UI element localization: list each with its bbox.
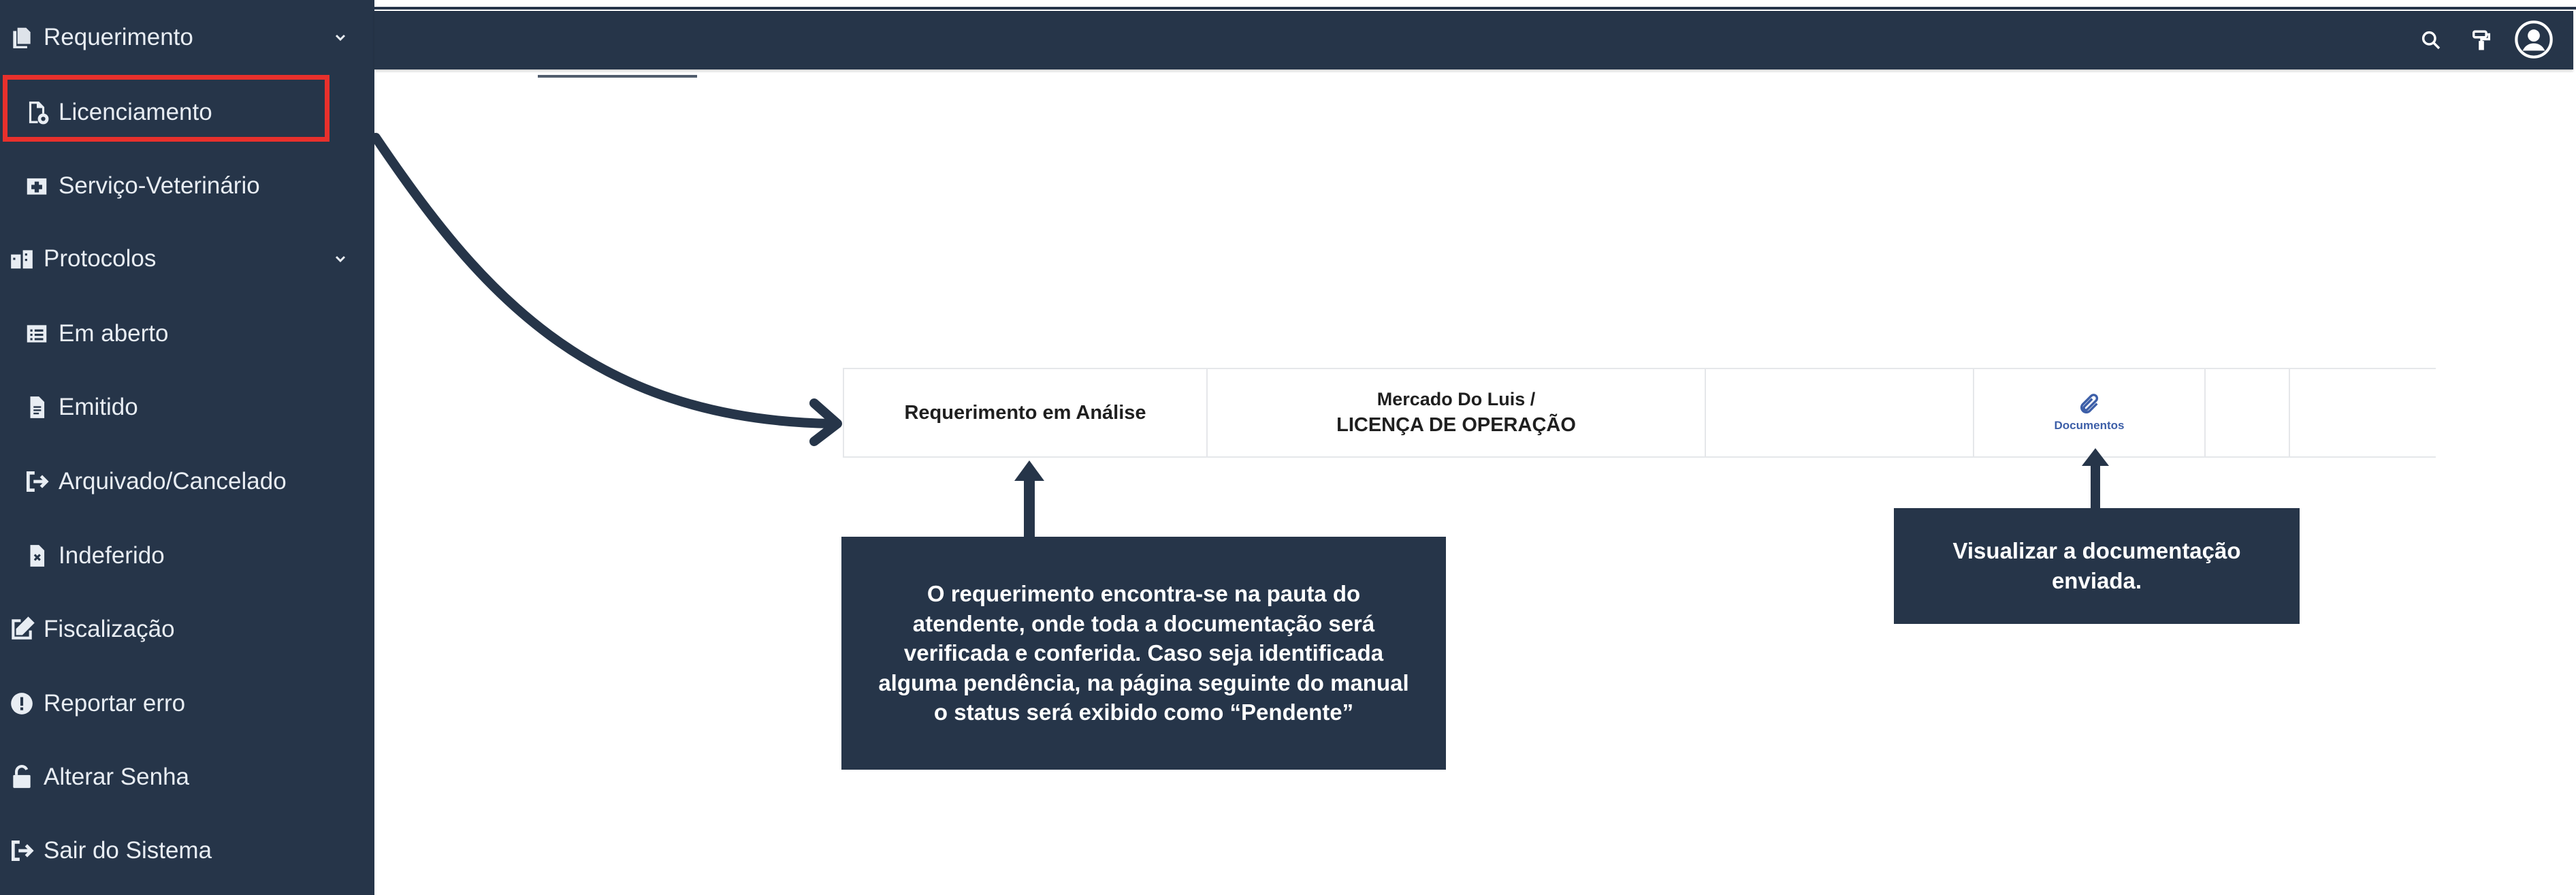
documents-cell: Documentos <box>1974 369 2206 456</box>
sidebar-item-label: Emitido <box>59 394 138 420</box>
sidebar-item-label: Requerimento <box>44 24 193 50</box>
sidebar-item-label: Alterar Senha <box>44 764 190 790</box>
sidebar-item-label: Fiscalização <box>44 616 175 642</box>
sidebar-item-servico-veterinario[interactable]: Serviço-Veterinário <box>0 152 374 220</box>
sidebar-item-label: Arquivado/Cancelado <box>59 468 287 494</box>
documents-callout: Visualizar a documentação enviada. <box>1894 508 2300 624</box>
sidebar-item-label: Indeferido <box>59 542 165 569</box>
topbar <box>374 11 2573 69</box>
paperclip-icon <box>2080 394 2099 414</box>
alert-circle-icon <box>7 689 37 719</box>
user-avatar-icon[interactable] <box>2515 20 2553 59</box>
documents-callout-text: Visualizar a documentação enviada. <box>1952 538 2241 593</box>
sidebar-item-sair-do-sistema[interactable]: Sair do Sistema <box>0 817 374 885</box>
table-row: Requerimento em Análise Mercado Do Luis … <box>843 368 2436 458</box>
sidebar-item-label: Em aberto <box>59 320 169 347</box>
sidebar-item-label: Serviço-Veterinário <box>59 172 260 199</box>
file-text-icon <box>22 392 52 422</box>
sidebar-item-label: Reportar erro <box>44 690 186 717</box>
sidebar-item-emitido[interactable]: Emitido <box>0 373 374 441</box>
company-name: Mercado Do Luis / <box>1376 389 1536 409</box>
medical-kit-icon <box>22 171 52 201</box>
curved-arrow-head <box>809 398 842 446</box>
sidebar-item-licenciamento[interactable]: Licenciamento <box>0 78 374 146</box>
active-tab-indicator <box>538 75 697 78</box>
sidebar-item-fiscalizacao[interactable]: Fiscalização <box>0 595 374 663</box>
license-type: LICENÇA DE OPERAÇÃO <box>1336 414 1576 436</box>
status-callout: O requerimento encontra-se na pauta do a… <box>841 537 1446 770</box>
action-cell <box>2290 369 2436 456</box>
sidebar-item-label: Sair do Sistema <box>44 837 212 864</box>
sidebar-item-indeferido[interactable]: Indeferido <box>0 522 374 590</box>
chevron-down-icon <box>335 255 346 263</box>
search-icon[interactable] <box>2415 25 2447 56</box>
sidebar-item-alterar-senha[interactable]: Alterar Senha <box>0 743 374 811</box>
sidebar-item-label: Protocolos <box>44 245 157 272</box>
list-icon <box>22 319 52 349</box>
sign-out-icon <box>7 836 37 866</box>
empty-cell <box>1706 369 1974 456</box>
sidebar: Requerimento Licenciamento Serviço-Veter… <box>0 0 374 895</box>
status-text: Requerimento em Análise <box>904 401 1146 424</box>
curved-arrow <box>371 133 837 428</box>
sidebar-item-label: Licenciamento <box>59 99 212 125</box>
sidebar-item-protocolos[interactable]: Protocolos <box>0 225 374 293</box>
unlock-icon <box>7 762 37 792</box>
documents-label: Documentos <box>2054 419 2125 432</box>
file-settings-icon <box>22 97 52 127</box>
sidebar-item-requerimento[interactable]: Requerimento <box>0 3 374 72</box>
paint-roller-icon[interactable] <box>2466 25 2497 56</box>
status-callout-text: O requerimento encontra-se na pauta do a… <box>878 581 1409 725</box>
status-arrow-head <box>1014 460 1044 481</box>
sidebar-item-arquivado-cancelado[interactable]: Arquivado/Cancelado <box>0 448 374 516</box>
sign-out-icon <box>22 467 52 497</box>
action-cell <box>2206 369 2290 456</box>
edit-icon <box>7 614 37 644</box>
sidebar-item-reportar-erro[interactable]: Reportar erro <box>0 670 374 738</box>
copy-icon <box>7 22 37 52</box>
topbar-border <box>374 0 2576 10</box>
sidebar-item-em-aberto[interactable]: Em aberto <box>0 300 374 368</box>
file-x-icon <box>22 541 52 571</box>
status-cell: Requerimento em Análise <box>843 369 1208 456</box>
documents-link[interactable]: Documentos <box>2054 393 2125 433</box>
chevron-down-icon <box>335 34 346 42</box>
company-cell: Mercado Do Luis / LICENÇA DE OPERAÇÃO <box>1208 369 1706 456</box>
building-icon <box>7 244 37 274</box>
